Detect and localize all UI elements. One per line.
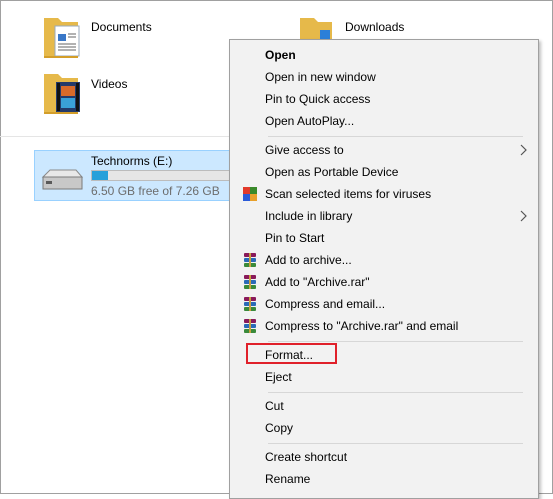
drive-usage-bar <box>91 170 241 181</box>
menu-item-add-to-archive-rar[interactable]: Add to "Archive.rar" <box>234 271 532 293</box>
menu-item-label: Compress to "Archive.rar" and email <box>265 319 459 333</box>
menu-item-create-shortcut[interactable]: Create shortcut <box>234 446 532 468</box>
menu-separator <box>268 341 523 342</box>
drive-item-selected[interactable]: Technorms (E:) 6.50 GB free of 7.26 GB <box>34 150 241 201</box>
antivirus-icon <box>243 187 257 201</box>
menu-separator <box>268 443 523 444</box>
menu-item-compress-and-email[interactable]: Compress and email... <box>234 293 532 315</box>
menu-item-label: Eject <box>265 370 292 384</box>
menu-item-include-in-library[interactable]: Include in library <box>234 205 532 227</box>
drive-usage-fill <box>92 171 108 180</box>
menu-item-label: Cut <box>265 399 284 413</box>
menu-separator <box>268 392 523 393</box>
menu-item-label: Scan selected items for viruses <box>265 187 432 201</box>
folder-videos-label: Videos <box>91 77 128 91</box>
menu-item-label: Rename <box>265 472 311 486</box>
menu-item-give-access-to[interactable]: Give access to <box>234 139 532 161</box>
menu-item-label: Open in new window <box>265 70 376 84</box>
menu-item-label: Create shortcut <box>265 450 348 464</box>
menu-item-rename[interactable]: Rename <box>234 468 532 490</box>
drive-label: Technorms (E:) <box>91 154 173 168</box>
folder-downloads-icon <box>300 18 332 42</box>
menu-item-label: Add to archive... <box>265 253 352 267</box>
menu-item-add-to-archive[interactable]: Add to archive... <box>234 249 532 271</box>
menu-item-cut[interactable]: Cut <box>234 395 532 417</box>
folder-documents-icon <box>44 18 80 58</box>
menu-item-label: Pin to Quick access <box>265 92 371 106</box>
menu-item-eject[interactable]: Eject <box>234 366 532 388</box>
menu-item-pin-to-quick-access[interactable]: Pin to Quick access <box>234 88 532 110</box>
winrar-icon <box>244 319 256 333</box>
folder-documents[interactable]: Documents <box>40 12 190 62</box>
folder-videos-icon <box>44 74 80 114</box>
menu-item-scan-viruses[interactable]: Scan selected items for viruses <box>234 183 532 205</box>
context-menu: Open Open in new window Pin to Quick acc… <box>229 39 539 499</box>
menu-item-label: Copy <box>265 421 294 435</box>
menu-item-open-as-portable-device[interactable]: Open as Portable Device <box>234 161 532 183</box>
menu-item-label: Include in library <box>265 209 353 223</box>
menu-item-label: Open AutoPlay... <box>265 114 355 128</box>
chevron-right-icon <box>520 144 527 156</box>
usb-drive-icon <box>41 169 84 190</box>
chevron-right-icon <box>520 210 527 222</box>
format-highlight-box <box>246 343 337 364</box>
menu-item-label: Add to "Archive.rar" <box>265 275 370 289</box>
menu-item-label: Give access to <box>265 143 344 157</box>
folder-downloads[interactable]: Downloads <box>296 12 446 42</box>
menu-item-open[interactable]: Open <box>234 44 532 66</box>
winrar-icon <box>244 275 256 289</box>
folder-documents-label: Documents <box>91 20 152 34</box>
menu-item-label: Compress and email... <box>265 297 386 311</box>
menu-item-label: Pin to Start <box>265 231 325 245</box>
menu-separator <box>268 136 523 137</box>
menu-item-label: Open as Portable Device <box>265 165 399 179</box>
menu-item-compress-to-archive-and-email[interactable]: Compress to "Archive.rar" and email <box>234 315 532 337</box>
winrar-icon <box>244 297 256 311</box>
winrar-icon <box>244 253 256 267</box>
folder-downloads-label: Downloads <box>345 20 405 34</box>
drive-free-space: 6.50 GB free of 7.26 GB <box>91 184 220 198</box>
folder-videos[interactable]: Videos <box>40 68 190 118</box>
menu-item-copy[interactable]: Copy <box>234 417 532 439</box>
menu-item-open-in-new-window[interactable]: Open in new window <box>234 66 532 88</box>
menu-item-pin-to-start[interactable]: Pin to Start <box>234 227 532 249</box>
menu-item-label: Open <box>265 48 296 62</box>
menu-item-open-autoplay[interactable]: Open AutoPlay... <box>234 110 532 132</box>
section-divider <box>0 136 235 137</box>
